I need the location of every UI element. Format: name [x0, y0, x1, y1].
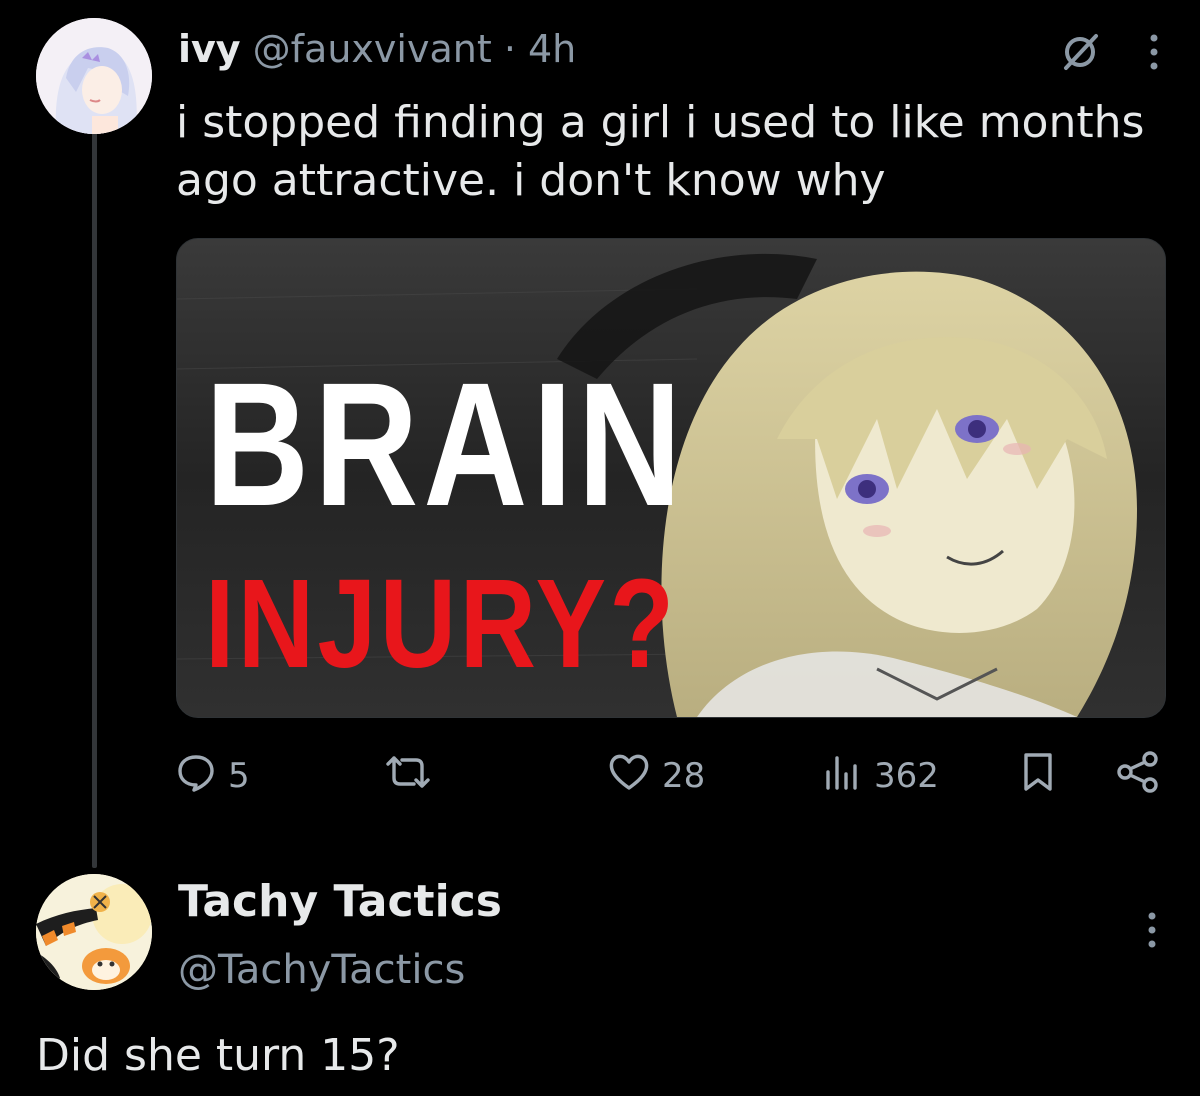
bookmark-icon — [1018, 751, 1058, 802]
like-button[interactable]: 28 — [608, 748, 705, 804]
reply-author-name[interactable]: Tachy Tactics — [178, 874, 502, 930]
tweet-text: i stopped finding a girl i used to like … — [176, 97, 1145, 206]
tweet-top-icons — [1058, 30, 1160, 78]
reply-icon — [176, 752, 216, 801]
tweet-time[interactable]: 4h — [528, 27, 576, 71]
tweet-actions: 5 28 362 — [176, 748, 1166, 804]
repost-button[interactable] — [384, 748, 444, 804]
like-count: 28 — [662, 756, 706, 796]
avatar-ivy-image — [36, 18, 152, 134]
views-icon — [822, 752, 862, 801]
views-count: 362 — [874, 756, 939, 796]
reply-button[interactable]: 5 — [176, 748, 250, 804]
more-vertical-icon[interactable] — [1148, 32, 1160, 76]
grok-icon[interactable] — [1058, 30, 1102, 78]
media-title-line2: INJURY? — [205, 553, 678, 694]
more-vertical-icon[interactable] — [1146, 910, 1158, 954]
header-separator: · — [503, 27, 516, 71]
avatar-tachy[interactable] — [36, 874, 152, 990]
avatar-ivy[interactable] — [36, 18, 152, 134]
author-name[interactable]: ivy — [178, 27, 241, 71]
tweet-header: ivy @fauxvivant · 4h — [178, 24, 576, 74]
reply-text: Did she turn 15? — [36, 1030, 400, 1081]
tweet-media[interactable]: BRAIN INJURY? — [176, 238, 1166, 718]
author-handle[interactable]: @fauxvivant — [253, 27, 492, 71]
reply-author-handle[interactable]: @TachyTactics — [178, 942, 465, 998]
reply-count: 5 — [228, 756, 250, 796]
media-title-line1: BRAIN — [205, 347, 687, 543]
heart-icon — [608, 752, 650, 801]
share-icon — [1116, 750, 1160, 802]
thread-line — [92, 128, 97, 868]
views-button[interactable]: 362 — [822, 748, 939, 804]
bookmark-button[interactable] — [1018, 748, 1058, 804]
repost-icon — [384, 752, 432, 801]
share-button[interactable] — [1116, 748, 1160, 804]
avatar-tachy-image — [36, 874, 152, 990]
